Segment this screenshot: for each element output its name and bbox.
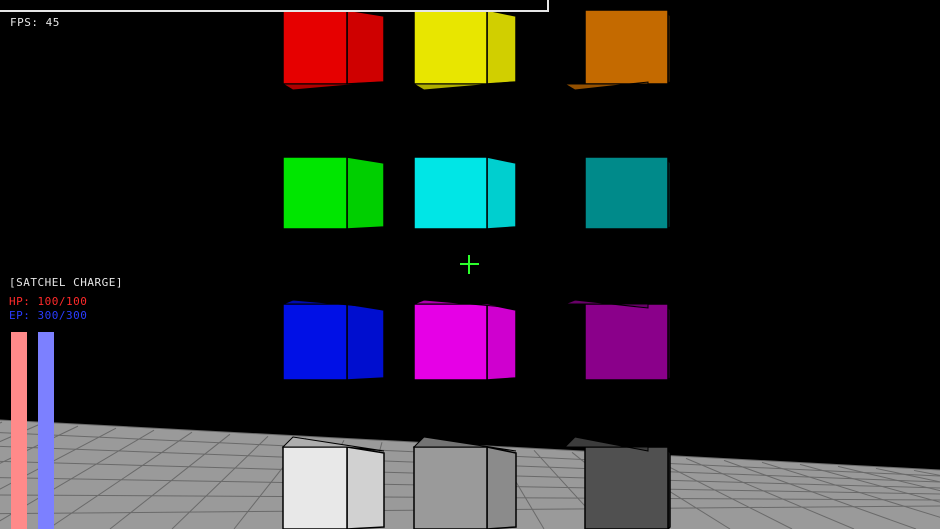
cube-side bbox=[486, 9, 517, 85]
cube-face bbox=[282, 9, 348, 85]
cube-face bbox=[282, 156, 348, 230]
cube-face bbox=[282, 446, 348, 529]
cube-face bbox=[413, 446, 488, 529]
cube-face bbox=[584, 156, 669, 230]
cube-orange bbox=[563, 9, 671, 91]
ep-bar bbox=[38, 332, 54, 529]
cube-side bbox=[346, 446, 385, 529]
fps-counter: FPS: 45 bbox=[10, 16, 60, 29]
cube-side bbox=[486, 156, 517, 230]
crosshair-icon bbox=[460, 255, 479, 274]
cube-face bbox=[413, 9, 488, 85]
cube-magenta bbox=[413, 299, 517, 381]
cube-face bbox=[413, 303, 488, 381]
cube-purple bbox=[564, 299, 671, 382]
cube-side bbox=[346, 156, 385, 230]
cube-side bbox=[346, 9, 385, 85]
ep-readout: EP: 300/300 bbox=[9, 309, 88, 322]
hp-readout: HP: 100/100 bbox=[9, 295, 88, 308]
cube-green bbox=[282, 156, 385, 230]
cube-white bbox=[281, 436, 385, 529]
cube-teal bbox=[584, 156, 671, 231]
cube-face bbox=[282, 303, 348, 381]
cube-side bbox=[486, 303, 517, 381]
cube-cyan bbox=[413, 156, 517, 230]
cube-face bbox=[584, 303, 669, 381]
cube-side bbox=[346, 303, 385, 381]
top-status-frame bbox=[0, 0, 549, 12]
cube-yellow bbox=[412, 9, 517, 91]
cube-face bbox=[584, 446, 669, 529]
cube-face bbox=[584, 9, 669, 85]
cube-red bbox=[281, 9, 385, 91]
cube-face bbox=[413, 156, 488, 230]
weapon-name: [SATCHEL CHARGE] bbox=[9, 276, 123, 289]
cube-light-gray bbox=[412, 436, 517, 529]
hp-bar bbox=[11, 332, 27, 529]
cube-side bbox=[486, 446, 517, 529]
cube-blue bbox=[282, 299, 385, 381]
